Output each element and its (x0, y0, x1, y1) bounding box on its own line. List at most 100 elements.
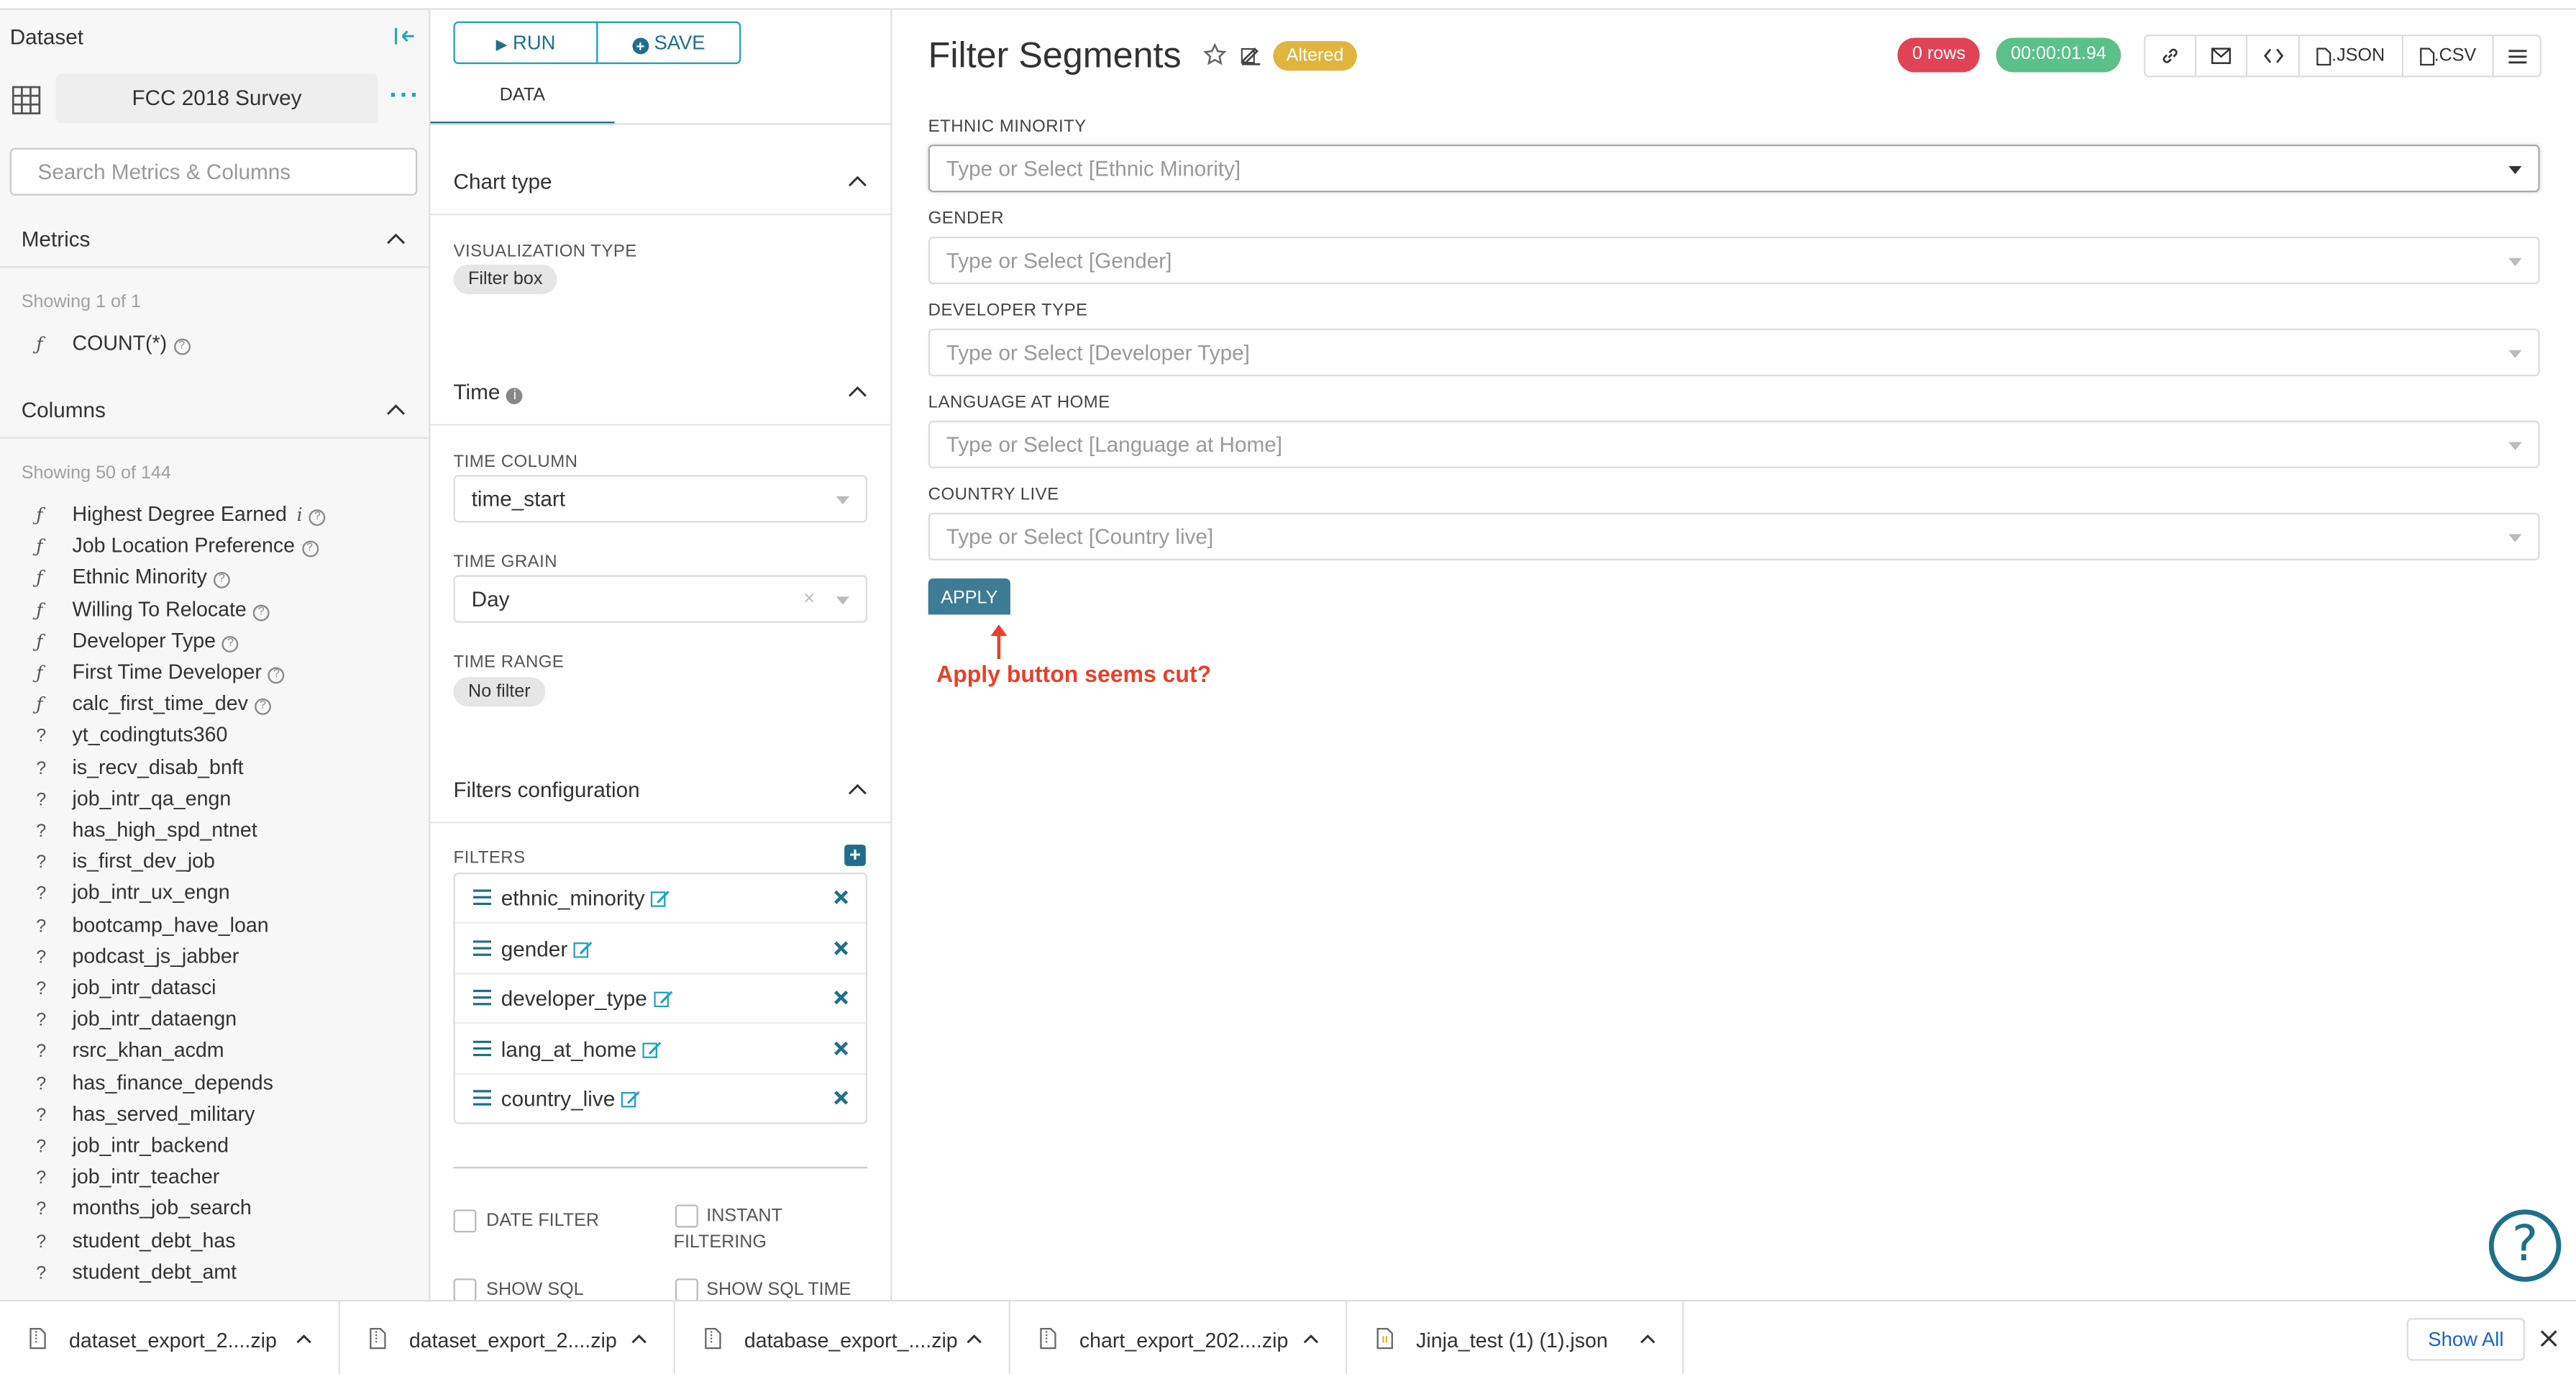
remove-filter-icon[interactable] (833, 1090, 849, 1106)
show-all-button[interactable]: Show All (2406, 1318, 2526, 1361)
filter-row[interactable]: lang_at_home (455, 1025, 866, 1075)
remove-filter-icon[interactable] (833, 889, 849, 906)
filter-select[interactable]: Type or Select [Ethnic Minority] (928, 145, 2540, 193)
collapse-panel-icon[interactable] (394, 27, 414, 46)
save-button[interactable]: + SAVE (596, 21, 741, 65)
link-button[interactable] (2145, 36, 2196, 76)
chevron-up-icon[interactable] (386, 403, 406, 416)
chevron-up-icon[interactable] (631, 1333, 647, 1345)
filter-select[interactable]: Type or Select [Country live] (928, 512, 2540, 560)
filter-row[interactable]: gender (455, 924, 866, 974)
email-button[interactable] (2196, 36, 2249, 76)
chevron-up-icon[interactable] (1640, 1333, 1656, 1345)
download-item[interactable]: dataset_export_2....zip (0, 1301, 340, 1374)
tab-data[interactable]: DATA (430, 76, 615, 125)
chart-type-title[interactable]: Chart type (453, 169, 552, 194)
column-item[interactable]: ? rsrc_khan_acdm (36, 1039, 224, 1063)
column-item[interactable]: ƒ Highest Degree Earned i? (36, 503, 326, 527)
metric-item[interactable]: ƒ COUNT(*)? (36, 332, 191, 355)
filters-config-title[interactable]: Filters configuration (453, 778, 639, 802)
edit-icon[interactable] (642, 1040, 662, 1058)
column-item[interactable]: ? job_intr_dataengn (36, 1008, 237, 1031)
column-item[interactable]: ? is_first_dev_job (36, 850, 215, 873)
column-item[interactable]: ƒ Ethnic Minority? (36, 566, 230, 589)
chevron-up-icon[interactable] (296, 1333, 312, 1345)
metrics-section-title[interactable]: Metrics (22, 227, 91, 251)
help-button[interactable]: ? (2488, 1209, 2562, 1282)
star-icon[interactable] (1202, 42, 1227, 67)
edit-icon[interactable] (653, 990, 672, 1008)
chevron-up-icon[interactable] (848, 174, 867, 187)
run-button[interactable]: ▶ RUN (453, 21, 598, 65)
column-item[interactable]: ? job_intr_datasci (36, 976, 216, 999)
menu-button[interactable] (2494, 36, 2539, 76)
time-section-title[interactable]: Time i (453, 380, 524, 404)
column-item[interactable]: ? job_intr_backend (36, 1134, 229, 1157)
column-item[interactable]: ? is_recv_disab_bnft (36, 755, 243, 778)
column-item[interactable]: ƒ calc_first_time_dev? (36, 692, 271, 716)
column-item[interactable]: ƒ Job Location Preference? (36, 534, 319, 558)
time-grain-select[interactable]: Day × (453, 575, 868, 623)
altered-badge[interactable]: Altered (1273, 41, 1357, 71)
filter-select[interactable]: Type or Select [Developer Type] (928, 328, 2540, 377)
clear-icon[interactable]: × (803, 577, 815, 622)
drag-handle-icon[interactable] (472, 1090, 492, 1106)
chevron-up-icon[interactable] (848, 782, 867, 795)
column-item[interactable]: ? student_debt_has (36, 1229, 235, 1252)
export-json-button[interactable]: .JSON (2301, 36, 2403, 76)
drag-handle-icon[interactable] (472, 939, 492, 956)
remove-filter-icon[interactable] (833, 990, 849, 1006)
date-filter-checkbox[interactable] (453, 1209, 477, 1233)
download-item[interactable]: database_export_....zip (675, 1301, 1010, 1374)
time-range-pill[interactable]: No filter (453, 677, 546, 707)
filter-select[interactable]: Type or Select [Language at Home] (928, 420, 2540, 469)
dataset-more-icon[interactable]: ··· (389, 82, 420, 112)
drag-handle-icon[interactable] (472, 1040, 492, 1057)
chevron-up-icon[interactable] (966, 1333, 982, 1345)
edit-icon[interactable] (573, 939, 593, 957)
show-sql-checkbox[interactable] (453, 1278, 477, 1300)
drag-handle-icon[interactable] (472, 990, 492, 1006)
column-item[interactable]: ? job_intr_qa_engn (36, 787, 231, 810)
apply-button[interactable]: APPLY (928, 578, 1010, 615)
column-item[interactable]: ƒ Developer Type? (36, 629, 239, 652)
edit-icon[interactable] (650, 889, 670, 907)
dataset-name[interactable]: FCC 2018 Survey (55, 73, 378, 124)
drag-handle-icon[interactable] (472, 889, 492, 906)
export-csv-button[interactable]: .CSV (2403, 36, 2495, 76)
column-item[interactable]: ? podcast_js_jabber (36, 945, 239, 968)
column-item[interactable]: ? has_finance_depends (36, 1071, 273, 1094)
page-title[interactable]: Filter Segments (928, 35, 1182, 77)
filter-select[interactable]: Type or Select [Gender] (928, 236, 2540, 285)
viz-type-pill[interactable]: Filter box (453, 264, 557, 294)
filter-row[interactable]: ethnic_minority (455, 874, 866, 924)
chevron-up-icon[interactable] (386, 232, 406, 245)
time-column-select[interactable]: time_start (453, 475, 868, 523)
download-item[interactable]: Jinja_test (1) (1).json (1347, 1301, 1684, 1374)
chevron-up-icon[interactable] (1303, 1333, 1320, 1345)
download-item[interactable]: chart_export_202....zip (1010, 1301, 1348, 1374)
column-item[interactable]: ? has_high_spd_ntnet (36, 819, 257, 842)
remove-filter-icon[interactable] (833, 939, 849, 956)
chevron-up-icon[interactable] (848, 385, 867, 398)
column-item[interactable]: ? bootcamp_have_loan (36, 913, 268, 936)
column-item[interactable]: ? months_job_search (36, 1197, 252, 1220)
column-item[interactable]: ? job_intr_teacher (36, 1165, 219, 1188)
column-item[interactable]: ƒ First Time Developer? (36, 660, 285, 684)
search-metrics-input[interactable]: Search Metrics & Columns (9, 147, 418, 196)
add-filter-button[interactable]: + (844, 844, 866, 866)
column-item[interactable]: ? has_served_military (36, 1102, 255, 1125)
edit-icon[interactable] (621, 1090, 641, 1109)
edit-icon[interactable] (1241, 45, 1262, 66)
embed-code-button[interactable] (2248, 36, 2301, 76)
instant-filtering-checkbox[interactable] (675, 1204, 698, 1228)
columns-section-title[interactable]: Columns (22, 398, 106, 422)
column-item[interactable]: ? yt_codingtuts360 (36, 724, 227, 747)
show-sql-time-checkbox[interactable] (675, 1278, 698, 1300)
column-item[interactable]: ? job_intr_ux_engn (36, 881, 229, 904)
close-icon[interactable] (2540, 1329, 2558, 1347)
download-item[interactable]: dataset_export_2....zip (340, 1301, 675, 1374)
filter-row[interactable]: country_live (455, 1075, 866, 1125)
column-item[interactable]: ? student_debt_amt (36, 1260, 237, 1283)
remove-filter-icon[interactable] (833, 1040, 849, 1057)
